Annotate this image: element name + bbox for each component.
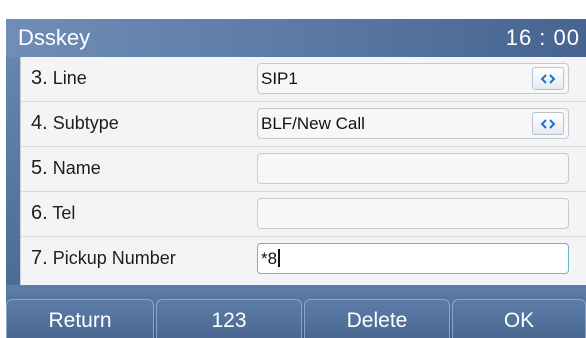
delete-button[interactable]: Delete bbox=[304, 299, 450, 338]
page-title: Dsskey bbox=[18, 25, 91, 50]
content-area: 3. Line SIP1 4. Subtype BLF/New Call 5. … bbox=[6, 57, 586, 285]
pickup-number-value: *8 bbox=[261, 249, 281, 269]
text-cursor bbox=[278, 249, 281, 267]
subtype-value: BLF/New Call bbox=[261, 114, 365, 133]
tel-input[interactable] bbox=[257, 198, 569, 229]
left-right-arrows-icon[interactable] bbox=[532, 112, 564, 135]
ok-button[interactable]: OK bbox=[452, 299, 586, 338]
name-input[interactable] bbox=[257, 153, 569, 184]
pickup-number-input[interactable]: *8 bbox=[257, 243, 569, 274]
input-mode-button[interactable]: 123 bbox=[156, 299, 302, 338]
title-bar: Dsskey 16 : 00 bbox=[6, 19, 586, 57]
row-tel[interactable]: 6. Tel bbox=[21, 192, 586, 237]
clock: 16 : 00 bbox=[505, 25, 580, 50]
line-value: SIP1 bbox=[261, 69, 298, 88]
row-label: 3. Line bbox=[31, 67, 87, 89]
row-subtype[interactable]: 4. Subtype BLF/New Call bbox=[21, 102, 586, 147]
subtype-select[interactable]: BLF/New Call bbox=[257, 108, 569, 139]
row-pickup-number[interactable]: 7. Pickup Number *8 bbox=[21, 237, 586, 281]
row-label: 5. Name bbox=[31, 157, 101, 179]
row-line[interactable]: 3. Line SIP1 bbox=[21, 57, 586, 102]
row-name[interactable]: 5. Name bbox=[21, 147, 586, 192]
return-button[interactable]: Return bbox=[6, 299, 154, 338]
row-label: 7. Pickup Number bbox=[31, 247, 176, 269]
settings-list: 3. Line SIP1 4. Subtype BLF/New Call 5. … bbox=[20, 57, 586, 285]
left-right-arrows-icon[interactable] bbox=[532, 67, 564, 90]
line-select[interactable]: SIP1 bbox=[257, 63, 569, 94]
softkey-bar: Return 123 Delete OK bbox=[6, 285, 586, 338]
row-label: 4. Subtype bbox=[31, 112, 119, 134]
row-label: 6. Tel bbox=[31, 202, 76, 224]
phone-screen: Dsskey 16 : 00 3. Line SIP1 4. Subtype B… bbox=[0, 0, 586, 338]
